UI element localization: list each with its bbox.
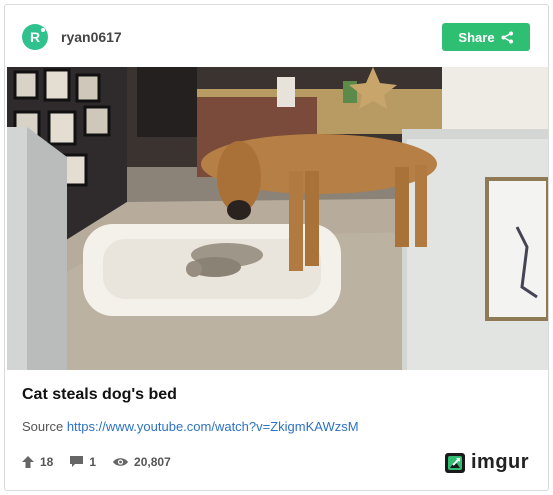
- post-video[interactable]: [7, 67, 548, 370]
- views-stat: 20,807: [113, 455, 171, 469]
- comment-icon[interactable]: [70, 456, 84, 468]
- post-stats: 18 1 20,807: [22, 455, 188, 469]
- comment-count: 1: [89, 455, 97, 469]
- username[interactable]: ryan0617: [61, 29, 122, 45]
- imgur-wordmark: imgur: [471, 451, 530, 473]
- view-count: 20,807: [134, 455, 171, 469]
- upvote-stat[interactable]: 18: [22, 455, 53, 469]
- post-title: Cat steals dog's bed: [22, 386, 177, 403]
- post-header: R ryan0617 Share: [5, 5, 548, 67]
- upvote-count: 18: [40, 455, 54, 469]
- avatar-dot: [41, 28, 45, 32]
- eye-icon: [113, 458, 129, 466]
- post-card: R ryan0617 Share Cat steals dog's bed So…: [4, 4, 549, 491]
- avatar-letter: R: [29, 29, 41, 45]
- source-link[interactable]: https://www.youtube.com/watch?v=ZkigmKAW…: [67, 419, 359, 434]
- post-source: Source https://www.youtube.com/watch?v=Z…: [22, 419, 359, 434]
- imgur-logo-icon: [445, 452, 465, 473]
- share-button[interactable]: Share: [442, 23, 530, 51]
- source-label: Source: [22, 419, 64, 434]
- upvote-arrow-icon[interactable]: [22, 456, 34, 468]
- share-label: Share: [458, 29, 495, 45]
- imgur-logo[interactable]: imgur: [445, 451, 529, 474]
- comment-stat[interactable]: 1: [70, 455, 96, 469]
- share-icon: [501, 31, 513, 43]
- video-frame: [7, 67, 548, 370]
- avatar[interactable]: R: [22, 24, 48, 50]
